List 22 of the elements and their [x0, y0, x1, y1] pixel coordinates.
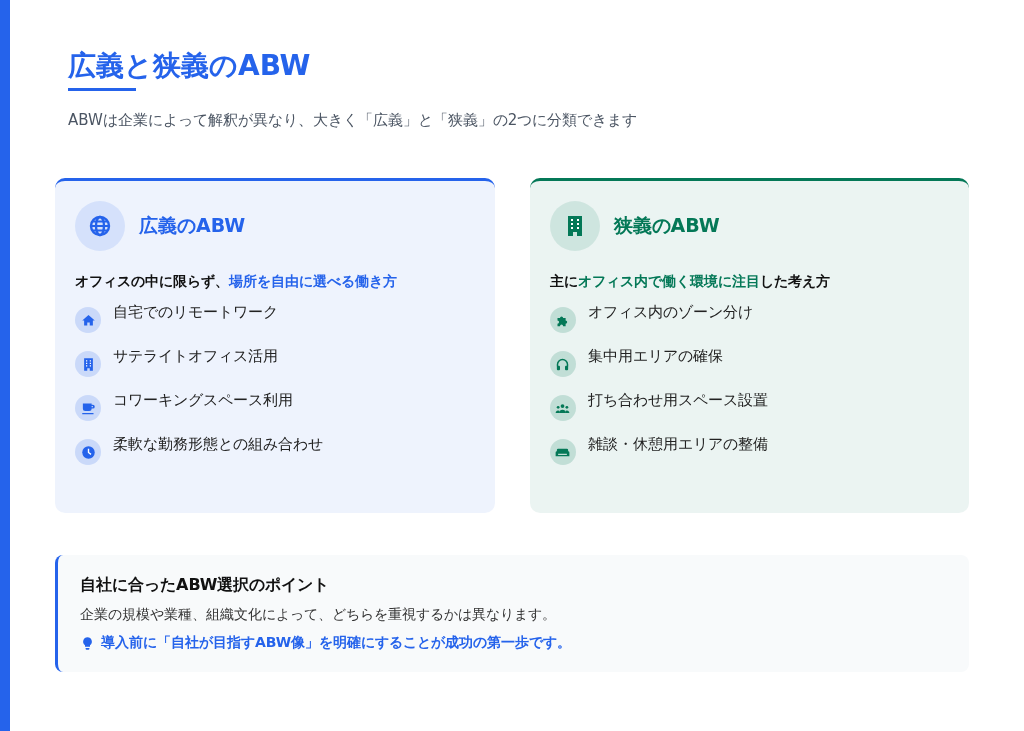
list-item-text: 柔軟な勤務形態との組み合わせ	[113, 435, 323, 455]
list-item-text: サテライトオフィス活用	[113, 347, 278, 367]
globe-icon	[88, 214, 112, 239]
list-item-text: 自宅でのリモートワーク	[113, 303, 278, 323]
list-item-text: 打ち合わせ用スペース設置	[587, 391, 768, 411]
card-heading: 広義のABW	[139, 213, 246, 239]
list-item-text: 集中用エリアの確保	[587, 347, 723, 367]
list-item-text: 雑談・休憩用エリアの整備	[587, 435, 768, 455]
list-item-text: オフィス内のゾーン分け	[587, 303, 753, 323]
tip-text: 導入前に「自社が目指すABW像」を明確にすることが成功の第一歩です。	[101, 634, 572, 653]
card-summary: 主にオフィス内で働く環境に注目 した考え方	[549, 273, 831, 292]
lightbulb-icon	[80, 635, 95, 651]
panel-text: 企業の規模や業種、組織文化によって、どちらを重視するかは異なります。	[80, 606, 557, 625]
page-title: 広義と狭義のABW	[68, 48, 311, 84]
card-heading: 狭義のABW	[613, 213, 720, 239]
lead-text: ABWは企業によって解釈が異なり、大きく「広義」と「狭義」の2つに分類できます	[68, 111, 639, 131]
card-summary: オフィスの中に限らず、場所を自由に選べる働き方	[75, 273, 398, 292]
headphones-icon	[555, 356, 570, 372]
panel-title: 自社に合ったABW選択のポイント	[80, 575, 331, 597]
clock-icon	[80, 444, 96, 460]
house-icon	[80, 312, 96, 328]
list-item-text: コワーキングスペース利用	[113, 391, 293, 411]
